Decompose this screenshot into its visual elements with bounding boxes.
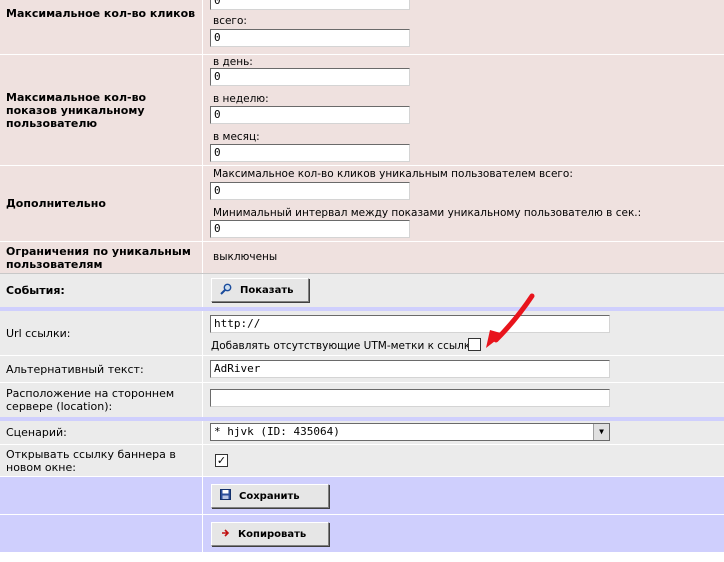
alt-text-label: Альтернативный текст: bbox=[0, 356, 203, 382]
max-unique-clicks-label: Максимальное кол-во кликов уникальным по… bbox=[213, 168, 573, 180]
scenario-value: * hjvk (ID: 435064) bbox=[214, 425, 340, 438]
row-url: Url ссылки: http:// Добавлять отсутствую… bbox=[0, 311, 724, 355]
scenario-select[interactable]: * hjvk (ID: 435064) ▼ bbox=[210, 423, 610, 441]
per-month-label: в месяц: bbox=[213, 131, 260, 143]
row-save: Сохранить bbox=[0, 476, 724, 514]
unique-limits-value: выключены bbox=[213, 251, 278, 263]
save-label-cell bbox=[0, 477, 203, 514]
row-new-window: Открывать ссылку баннера в новом окне: ✓ bbox=[0, 444, 724, 476]
save-button-label: Сохранить bbox=[239, 490, 300, 502]
row-copy: Копировать bbox=[0, 514, 724, 552]
row-additional: Дополнительно Максимальное кол-во кликов… bbox=[0, 165, 724, 241]
per-week-input[interactable]: 0 bbox=[210, 106, 410, 124]
new-window-checkbox[interactable]: ✓ bbox=[215, 454, 228, 467]
per-month-input[interactable]: 0 bbox=[210, 144, 410, 162]
scenario-label: Сценарий: bbox=[0, 421, 203, 444]
additional-label: Дополнительно bbox=[0, 166, 203, 241]
url-input[interactable]: http:// bbox=[210, 315, 610, 333]
location-input[interactable] bbox=[210, 389, 610, 407]
show-events-label: Показать bbox=[240, 284, 294, 296]
per-week-label: в неделю: bbox=[213, 93, 269, 105]
red-arrow-annotation bbox=[486, 293, 535, 348]
copy-button[interactable]: Копировать bbox=[211, 522, 329, 546]
new-window-label: Открывать ссылку баннера в новом окне: bbox=[0, 445, 203, 476]
per-day-label: в день: bbox=[213, 56, 253, 68]
max-clicks-total-input[interactable]: 0 bbox=[210, 29, 410, 47]
location-label: Расположение на стороннем сервере (locat… bbox=[0, 383, 203, 417]
alt-text-input[interactable]: AdRiver bbox=[210, 360, 610, 378]
red-arrow-icon bbox=[220, 528, 230, 541]
row-scenario: Сценарий: * hjvk (ID: 435064) ▼ bbox=[0, 421, 724, 444]
max-clicks-label: Максимальное кол-во кликов bbox=[0, 0, 203, 54]
copy-label-cell bbox=[0, 515, 203, 552]
row-max-impressions: Максимальное кол-во показов уникальному … bbox=[0, 54, 724, 165]
row-events: События: Показать bbox=[0, 273, 724, 307]
max-unique-clicks-input[interactable]: 0 bbox=[210, 182, 410, 200]
save-button[interactable]: Сохранить bbox=[211, 484, 329, 508]
min-interval-input[interactable]: 0 bbox=[210, 220, 410, 238]
copy-button-label: Копировать bbox=[238, 528, 307, 540]
row-location: Расположение на стороннем сервере (locat… bbox=[0, 382, 724, 417]
row-unique-limits: Ограничения по уникальным пользователям … bbox=[0, 241, 724, 273]
max-clicks-top-input[interactable]: 0 bbox=[210, 0, 410, 10]
utm-label: Добавлять отсутствующие UTM-метки к ссыл… bbox=[211, 340, 477, 352]
max-clicks-total-label: всего: bbox=[213, 15, 247, 27]
show-events-button[interactable]: Показать bbox=[211, 278, 309, 302]
row-max-clicks: Максимальное кол-во кликов 0 всего: 0 bbox=[0, 0, 724, 54]
url-label: Url ссылки: bbox=[0, 311, 203, 355]
max-impressions-label: Максимальное кол-во показов уникальному … bbox=[0, 55, 203, 165]
min-interval-label: Минимальный интервал между показами уник… bbox=[213, 207, 642, 219]
events-label: События: bbox=[0, 274, 203, 307]
unique-limits-label: Ограничения по уникальным пользователям bbox=[0, 242, 203, 273]
chevron-down-icon[interactable]: ▼ bbox=[593, 424, 609, 440]
magnifier-icon bbox=[220, 283, 232, 298]
per-day-input[interactable]: 0 bbox=[210, 68, 410, 86]
row-alt-text: Альтернативный текст: AdRiver bbox=[0, 355, 724, 382]
floppy-disk-icon bbox=[220, 489, 231, 503]
